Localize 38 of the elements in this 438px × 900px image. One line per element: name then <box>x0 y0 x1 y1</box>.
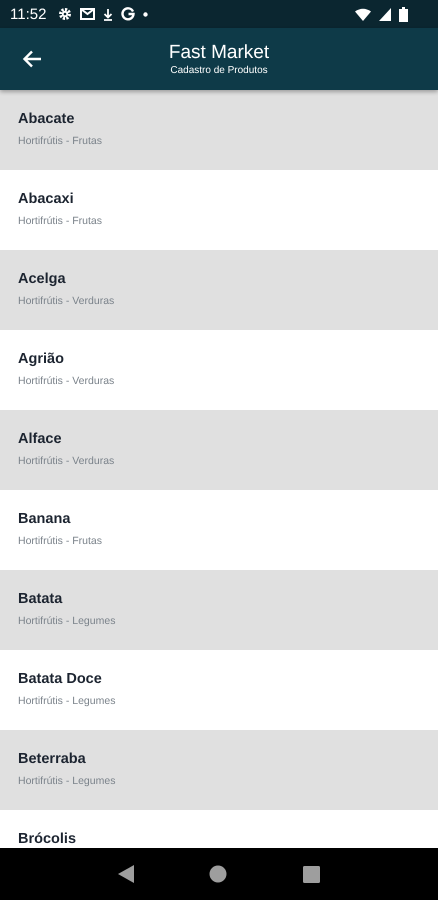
product-category: Hortifrútis - Verduras <box>18 455 116 467</box>
product-name: Brócolis <box>18 831 78 847</box>
product-category: Hortifrútis - Legumes <box>18 775 116 787</box>
recents-icon[interactable] <box>303 866 320 882</box>
wifi-icon <box>355 8 371 20</box>
back-arrow-icon <box>22 50 42 68</box>
signal-icon <box>379 8 391 20</box>
product-item[interactable]: Batata Hortifrútis - Legumes <box>0 570 438 650</box>
home-icon[interactable] <box>209 865 228 883</box>
product-name: Banana <box>18 511 72 527</box>
product-category: Hortifrútis - Legumes <box>18 615 116 627</box>
product-name: Agrião <box>18 351 65 367</box>
back-icon[interactable] <box>118 865 134 883</box>
battery-icon <box>399 6 408 22</box>
product-category: Hortifrútis - Verduras <box>18 375 116 387</box>
product-category: Hortifrútis - Frutas <box>18 535 104 547</box>
product-name: Batata <box>18 591 64 607</box>
product-item[interactable]: Acelga Hortifrútis - Verduras <box>0 250 438 330</box>
app-title: Fast Market <box>168 42 270 64</box>
product-name: Beterraba <box>18 751 87 767</box>
product-item[interactable]: Beterraba Hortifrútis - Legumes <box>0 730 438 810</box>
product-item[interactable]: Alface Hortifrútis - Verduras <box>0 410 438 490</box>
product-item[interactable]: Abacate Hortifrútis - Frutas <box>0 90 438 170</box>
product-name: Abacaxi <box>18 191 75 207</box>
app-subtitle: Cadastro de Produtos <box>170 65 268 76</box>
product-name: Alface <box>18 431 63 447</box>
product-category: Hortifrútis - Legumes <box>18 695 116 707</box>
download-icon <box>103 8 114 20</box>
product-category: Hortifrútis - Frutas <box>18 215 104 227</box>
dot-icon <box>143 12 148 16</box>
product-name: Acelga <box>18 271 67 287</box>
product-name: Abacate <box>18 111 76 127</box>
product-name: Batata Doce <box>18 671 103 687</box>
product-category: Hortifrútis - Frutas <box>18 135 104 147</box>
product-category: Hortifrútis - Verduras <box>18 295 116 307</box>
clock: 11:52 <box>10 6 46 22</box>
gear-icon <box>58 7 72 21</box>
mail-icon <box>80 8 96 20</box>
